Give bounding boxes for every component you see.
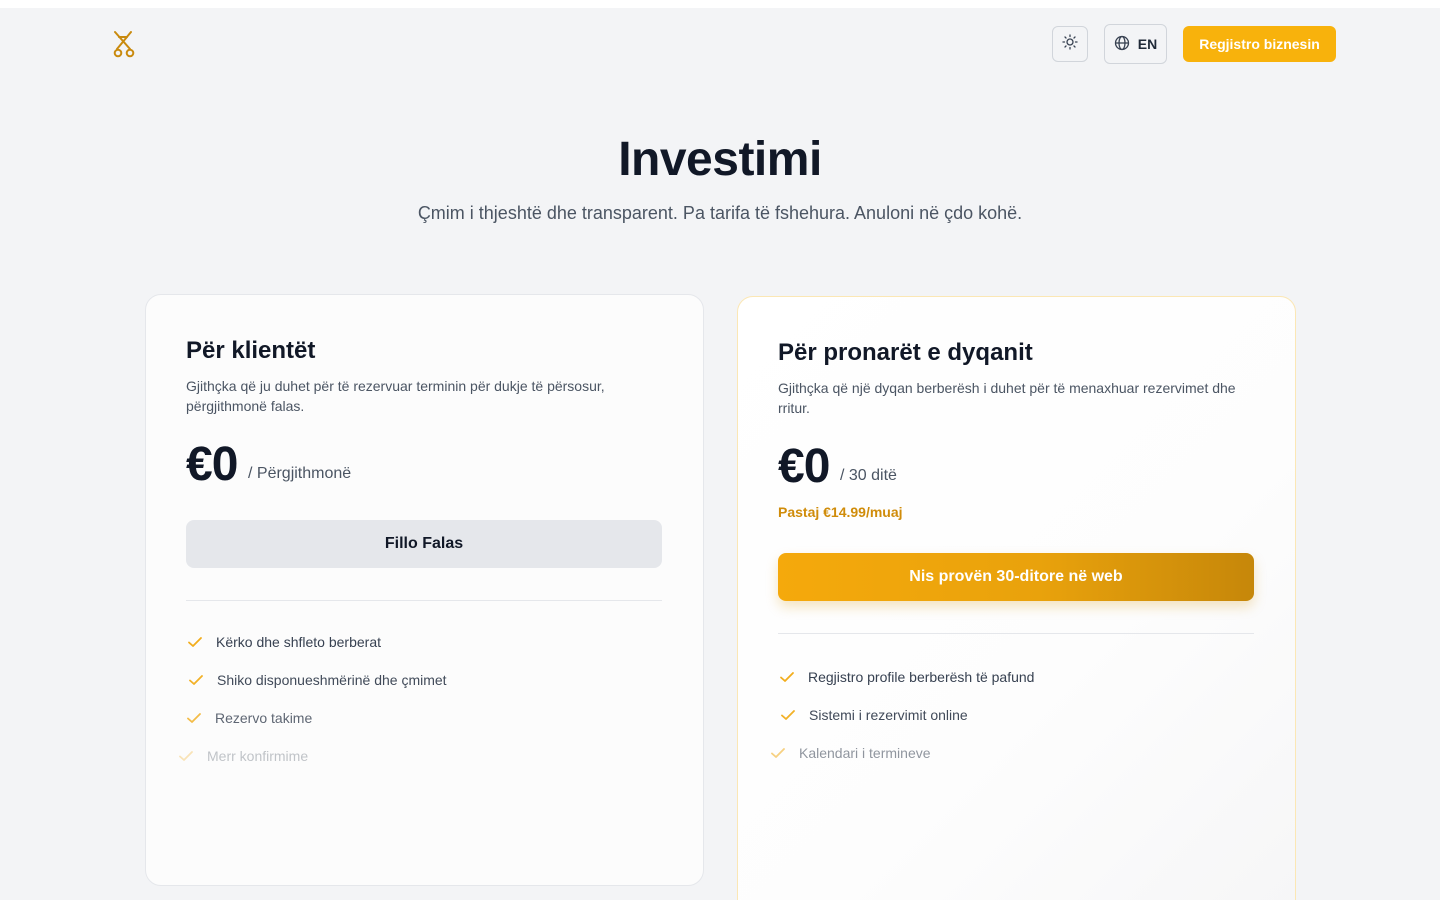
plan-card-shop-owners: Për pronarët e dyqanit Gjithçka që një d… [737, 296, 1296, 900]
plan-price: €0 [186, 438, 238, 491]
logo-scissors-icon[interactable] [110, 29, 138, 59]
top-strip [0, 0, 1440, 8]
language-label: EN [1137, 36, 1158, 52]
plan-title: Për pronarët e dyqanit [778, 339, 1033, 366]
feature-item: Merr konfirmime [177, 747, 308, 765]
feature-label: Shiko disponueshmërinë dhe çmimet [217, 672, 447, 688]
check-icon [778, 668, 796, 686]
language-selector[interactable]: EN [1104, 24, 1167, 64]
feature-label: Merr konfirmime [207, 748, 309, 764]
feature-item: Shiko disponueshmërinë dhe çmimet [187, 671, 447, 689]
divider [186, 600, 662, 601]
check-icon [187, 671, 205, 689]
start-trial-button[interactable]: Nis provën 30-ditore në web [778, 553, 1254, 601]
check-icon [769, 744, 787, 762]
feature-item: Sistemi i rezervimit online [779, 706, 968, 724]
feature-item: Kalendari i termineve [769, 744, 931, 762]
check-icon [177, 747, 195, 765]
divider [778, 633, 1254, 634]
check-icon [185, 709, 203, 727]
feature-item: Rezervo takime [185, 709, 312, 727]
check-icon [779, 706, 797, 724]
feature-item: Kërko dhe shfleto berberat [186, 633, 381, 651]
globe-icon [1114, 35, 1130, 54]
check-icon [186, 633, 204, 651]
start-free-button[interactable]: Fillo Falas [186, 520, 662, 568]
plan-period: / Përgjithmonë [248, 465, 352, 482]
after-trial-price: Pastaj €14.99/muaj [778, 504, 903, 520]
plan-description: Gjithçka që ju duhet për të rezervuar te… [186, 378, 605, 414]
register-business-button[interactable]: Regjistro biznesin [1183, 26, 1336, 62]
plan-price: €0 [778, 440, 830, 493]
plan-title: Për klientët [186, 337, 316, 364]
theme-toggle-button[interactable] [1052, 26, 1088, 62]
plan-period: / 30 ditë [840, 467, 897, 484]
page-subtitle: Çmim i thjeshtë dhe transparent. Pa tari… [417, 203, 1023, 223]
feature-label: Regjistro profile berberësh të pafund [808, 669, 1035, 685]
sun-icon [1062, 33, 1078, 55]
feature-item: Regjistro profile berberësh të pafund [778, 668, 1034, 686]
plan-description: Gjithçka që një dyqan berberësh i duhet … [778, 380, 1236, 416]
page-title: Investimi [618, 133, 822, 186]
plan-card-clients: Për klientët Gjithçka që ju duhet për të… [145, 294, 704, 886]
feature-label: Rezervo takime [215, 710, 313, 726]
feature-label: Kalendari i termineve [799, 745, 931, 761]
feature-label: Kërko dhe shfleto berberat [216, 634, 381, 650]
feature-label: Sistemi i rezervimit online [809, 707, 968, 723]
